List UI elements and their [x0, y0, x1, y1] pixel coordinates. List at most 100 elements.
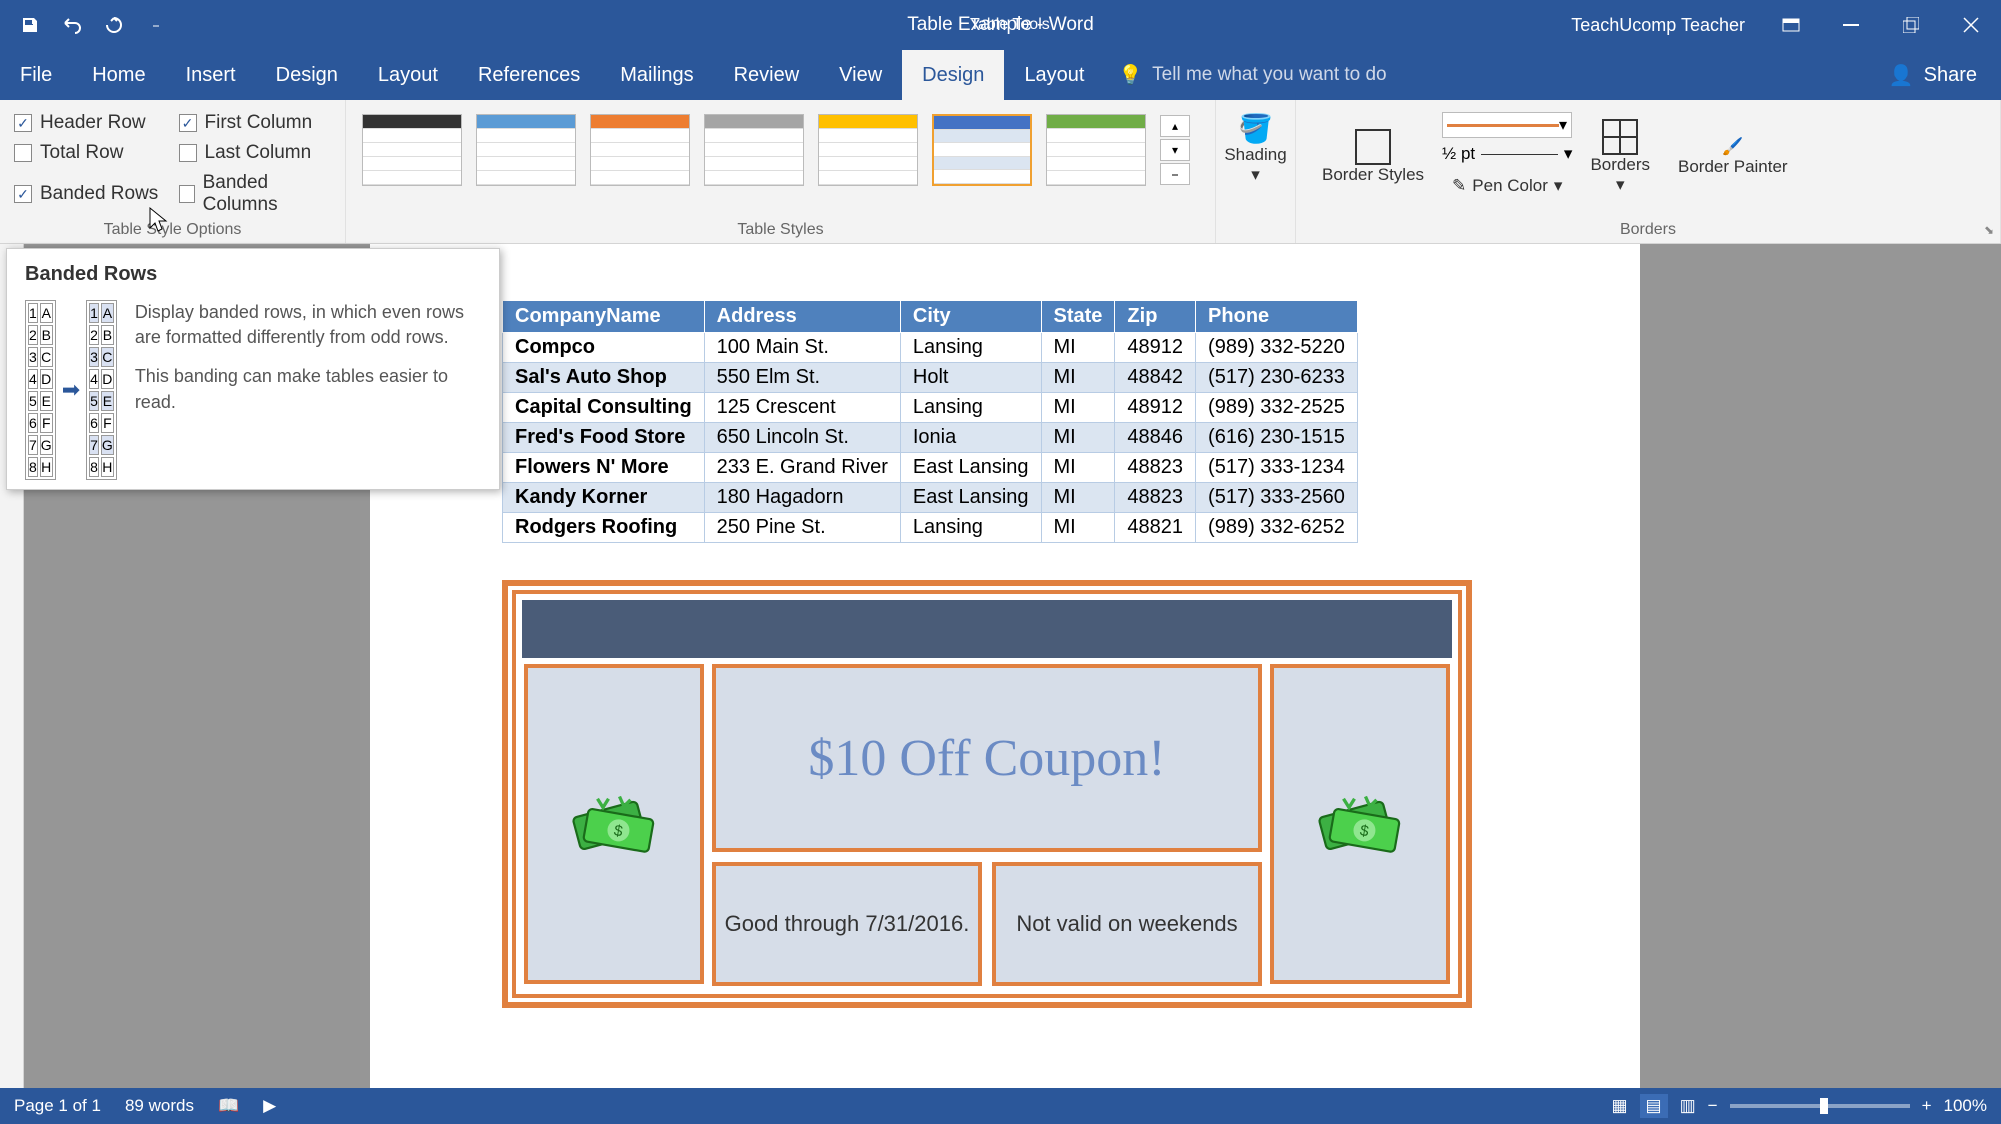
- table-cell[interactable]: (517) 230-6233: [1196, 363, 1358, 393]
- table-cell[interactable]: 48912: [1115, 393, 1196, 423]
- zoom-level[interactable]: 100%: [1944, 1096, 1987, 1116]
- restore-icon[interactable]: [1881, 0, 1941, 50]
- table-style-thumb[interactable]: [704, 114, 804, 186]
- tab-references[interactable]: References: [458, 50, 600, 100]
- undo-icon[interactable]: [60, 13, 84, 37]
- dialog-launcher-icon[interactable]: ⬊: [1984, 223, 1994, 237]
- table-cell[interactable]: 650 Lincoln St.: [704, 423, 900, 453]
- table-row[interactable]: Flowers N' More233 E. Grand RiverEast La…: [503, 453, 1358, 483]
- table-row[interactable]: Compco100 Main St.LansingMI48912(989) 33…: [503, 333, 1358, 363]
- header-row-checkbox[interactable]: ✓Header Row: [14, 112, 167, 134]
- table-cell[interactable]: Rodgers Roofing: [503, 513, 705, 543]
- macro-icon[interactable]: ▶: [263, 1096, 276, 1116]
- qat-customize-icon[interactable]: ⎯: [144, 13, 168, 37]
- border-styles-button[interactable]: Border Styles: [1312, 123, 1434, 191]
- table-cell[interactable]: East Lansing: [900, 483, 1041, 513]
- print-layout-icon[interactable]: ▤: [1640, 1094, 1668, 1118]
- table-row[interactable]: Sal's Auto Shop550 Elm St.HoltMI48842(51…: [503, 363, 1358, 393]
- table-cell[interactable]: 48912: [1115, 333, 1196, 363]
- table-cell[interactable]: Holt: [900, 363, 1041, 393]
- table-cell[interactable]: (517) 333-2560: [1196, 483, 1358, 513]
- table-cell[interactable]: 250 Pine St.: [704, 513, 900, 543]
- table-cell[interactable]: East Lansing: [900, 453, 1041, 483]
- table-row[interactable]: Kandy Korner180 HagadornEast LansingMI48…: [503, 483, 1358, 513]
- table-cell[interactable]: MI: [1041, 333, 1115, 363]
- ribbon-display-icon[interactable]: [1761, 0, 1821, 50]
- table-cell[interactable]: 233 E. Grand River: [704, 453, 900, 483]
- table-styles-more[interactable]: ▴ ▾ ⎯: [1160, 115, 1190, 185]
- border-painter-button[interactable]: 🖌️ Border Painter: [1668, 131, 1798, 183]
- word-count[interactable]: 89 words: [125, 1096, 194, 1116]
- minimize-icon[interactable]: [1821, 0, 1881, 50]
- total-row-checkbox[interactable]: Total Row: [14, 142, 167, 164]
- table-row[interactable]: Capital Consulting125 CrescentLansingMI4…: [503, 393, 1358, 423]
- borders-button[interactable]: Borders ▾: [1580, 113, 1660, 201]
- table-cell[interactable]: MI: [1041, 513, 1115, 543]
- table-cell[interactable]: Sal's Auto Shop: [503, 363, 705, 393]
- tab-insert[interactable]: Insert: [166, 50, 256, 100]
- banded-rows-checkbox[interactable]: ✓Banded Rows: [14, 172, 167, 216]
- table-style-thumb[interactable]: [818, 114, 918, 186]
- tab-review[interactable]: Review: [714, 50, 820, 100]
- table-cell[interactable]: 48823: [1115, 483, 1196, 513]
- read-mode-icon[interactable]: ▦: [1611, 1096, 1627, 1116]
- tab-table-design[interactable]: Design: [902, 50, 1004, 100]
- share-button[interactable]: 👤 Share: [1865, 50, 2001, 100]
- tab-design[interactable]: Design: [256, 50, 358, 100]
- tab-mailings[interactable]: Mailings: [600, 50, 713, 100]
- save-icon[interactable]: [18, 13, 42, 37]
- table-cell[interactable]: Ionia: [900, 423, 1041, 453]
- table-cell[interactable]: Fred's Food Store: [503, 423, 705, 453]
- tab-home[interactable]: Home: [72, 50, 165, 100]
- page-indicator[interactable]: Page 1 of 1: [14, 1096, 101, 1116]
- tell-me-search[interactable]: 💡 Tell me what you want to do: [1105, 50, 1401, 100]
- tab-file[interactable]: File: [0, 50, 72, 100]
- table-cell[interactable]: 48846: [1115, 423, 1196, 453]
- table-cell[interactable]: 100 Main St.: [704, 333, 900, 363]
- table-style-thumb[interactable]: [590, 114, 690, 186]
- line-weight-dropdown[interactable]: ½ pt▾: [1442, 144, 1572, 164]
- line-style-dropdown[interactable]: ▾: [1442, 112, 1572, 138]
- table-cell[interactable]: 48842: [1115, 363, 1196, 393]
- tab-table-layout[interactable]: Layout: [1004, 50, 1104, 100]
- zoom-out-icon[interactable]: −: [1708, 1096, 1718, 1116]
- spell-check-icon[interactable]: 📖: [218, 1096, 239, 1116]
- banded-columns-checkbox[interactable]: Banded Columns: [179, 172, 332, 216]
- table-cell[interactable]: 48821: [1115, 513, 1196, 543]
- tab-layout[interactable]: Layout: [358, 50, 458, 100]
- table-style-thumb-selected[interactable]: [932, 114, 1032, 186]
- web-layout-icon[interactable]: ▥: [1680, 1096, 1696, 1116]
- table-cell[interactable]: 550 Elm St.: [704, 363, 900, 393]
- last-column-checkbox[interactable]: Last Column: [179, 142, 332, 164]
- table-cell[interactable]: MI: [1041, 423, 1115, 453]
- coupon-table[interactable]: $$ $10 Off Coupon! Good through 7/31/201…: [502, 580, 1472, 1008]
- table-cell[interactable]: (989) 332-6252: [1196, 513, 1358, 543]
- table-style-thumb[interactable]: [362, 114, 462, 186]
- tab-view[interactable]: View: [819, 50, 902, 100]
- table-row[interactable]: Rodgers Roofing250 Pine St.LansingMI4882…: [503, 513, 1358, 543]
- table-cell[interactable]: Lansing: [900, 333, 1041, 363]
- table-cell[interactable]: Lansing: [900, 513, 1041, 543]
- table-cell[interactable]: Kandy Korner: [503, 483, 705, 513]
- close-icon[interactable]: [1941, 0, 2001, 50]
- table-style-thumb[interactable]: [476, 114, 576, 186]
- table-cell[interactable]: 48823: [1115, 453, 1196, 483]
- redo-icon[interactable]: [102, 13, 126, 37]
- table-cell[interactable]: Capital Consulting: [503, 393, 705, 423]
- shading-button[interactable]: 🪣 Shading ▾: [1226, 106, 1285, 191]
- first-column-checkbox[interactable]: ✓First Column: [179, 112, 332, 134]
- table-style-thumb[interactable]: [1046, 114, 1146, 186]
- table-cell[interactable]: Compco: [503, 333, 705, 363]
- table-cell[interactable]: Lansing: [900, 393, 1041, 423]
- table-cell[interactable]: (989) 332-5220: [1196, 333, 1358, 363]
- scroll-down-icon[interactable]: ▾: [1160, 139, 1190, 161]
- table-cell[interactable]: Flowers N' More: [503, 453, 705, 483]
- table-cell[interactable]: MI: [1041, 483, 1115, 513]
- table-cell[interactable]: 125 Crescent: [704, 393, 900, 423]
- zoom-in-icon[interactable]: +: [1922, 1096, 1932, 1116]
- table-cell[interactable]: MI: [1041, 363, 1115, 393]
- more-styles-icon[interactable]: ⎯: [1160, 163, 1190, 185]
- table-row[interactable]: Fred's Food Store650 Lincoln St.IoniaMI4…: [503, 423, 1358, 453]
- pen-color-button[interactable]: ✎ Pen Color ▾: [1442, 170, 1572, 202]
- table-cell[interactable]: 180 Hagadorn: [704, 483, 900, 513]
